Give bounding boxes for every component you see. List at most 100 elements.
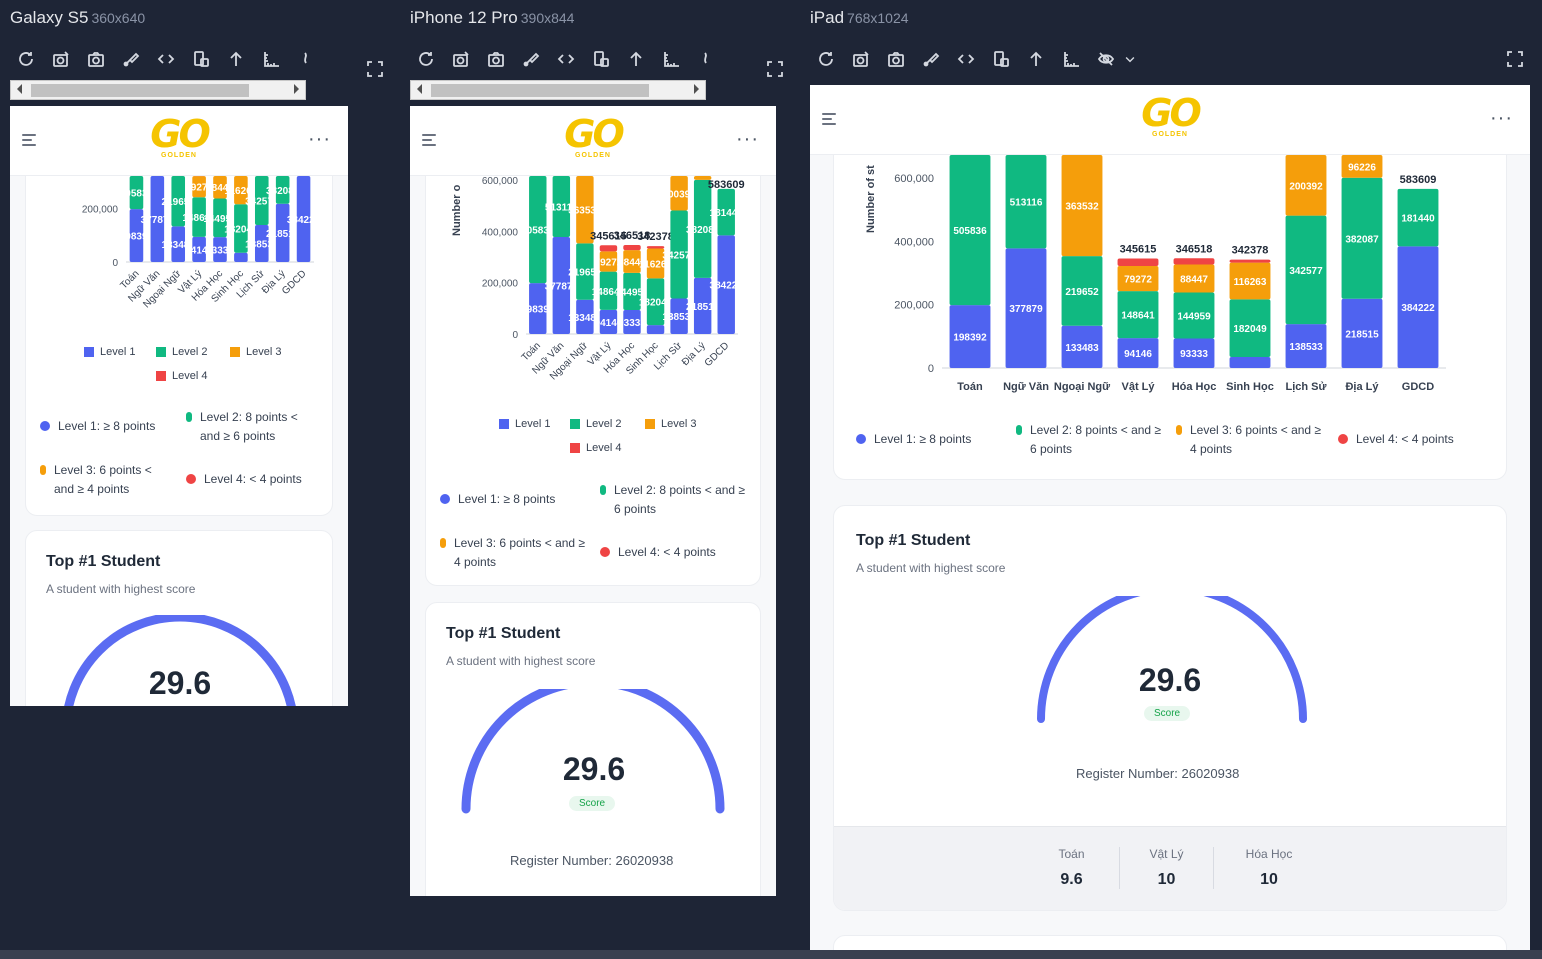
code-icon[interactable]	[148, 46, 183, 72]
legend-label: Level 2: 8 points < and ≥ 6 points	[200, 410, 298, 443]
legend-label: Level 1	[100, 346, 136, 358]
card-title: Top #1 Student	[46, 553, 161, 570]
legend-dot	[856, 434, 866, 444]
more-options-icon[interactable]: ···	[308, 129, 331, 149]
legend-dot	[40, 465, 46, 475]
camera-settings-icon[interactable]	[443, 46, 478, 72]
eye-off-icon[interactable]	[1088, 46, 1123, 72]
bar-value-label: 342577	[1289, 266, 1323, 277]
refresh-icon[interactable]	[808, 46, 843, 72]
chart-legend-item[interactable]: Level 1	[84, 346, 135, 358]
golden-logo[interactable]: GO GOLDEN	[144, 114, 214, 168]
ruler-icon[interactable]	[653, 46, 688, 72]
top-student-card: Top #1 Student A student with highest sc…	[25, 530, 333, 706]
bar-value-label: 384222	[710, 281, 744, 292]
camera-icon[interactable]	[878, 46, 913, 72]
ruler-icon[interactable]	[253, 46, 288, 72]
legend-label: Level 2: 8 points < and ≥ 6 points	[1030, 423, 1162, 456]
bar-total-label: 583609	[1400, 174, 1437, 186]
legend-swatch	[570, 443, 580, 453]
score-badge: Score	[569, 796, 616, 811]
device-screen: GO GOLDEN ··· 0 200,000 198392 505836 Toán 377…	[10, 106, 348, 706]
camera-icon[interactable]	[478, 46, 513, 72]
golden-logo[interactable]: GO GOLDEN	[558, 114, 628, 168]
fullscreen-icon[interactable]	[364, 58, 386, 80]
bar-value-label: 513116	[1010, 198, 1043, 209]
app-header: GO GOLDEN ···	[410, 106, 776, 176]
bar-segment	[234, 252, 248, 262]
upload-icon[interactable]	[1018, 46, 1053, 72]
y-tick-label: 0	[512, 330, 518, 341]
app-header: GO GOLDEN ···	[810, 85, 1530, 155]
page-scrollbar[interactable]	[0, 950, 1542, 959]
chart-legend-item[interactable]: Level 2	[156, 346, 207, 358]
ruler-icon[interactable]	[1053, 46, 1088, 72]
camera-icon[interactable]	[78, 46, 113, 72]
horizontal-scrollbar[interactable]	[410, 80, 706, 100]
bar-value-label: 377879	[141, 215, 175, 226]
bar-total-label: 342378	[1232, 245, 1269, 257]
card-subtitle: A student with highest score	[46, 582, 196, 596]
bar-total-label: 583609	[708, 179, 745, 191]
rotate-device-icon[interactable]	[183, 46, 218, 72]
menu-icon[interactable]	[822, 113, 838, 127]
chevron-down-icon[interactable]	[1123, 46, 1137, 72]
subject-score-item: Hóa Học 10	[1214, 847, 1324, 889]
y-axis-label: Number o	[451, 184, 463, 236]
more-tools-icon[interactable]	[288, 46, 323, 72]
bar-value-label: 79272	[1124, 275, 1152, 286]
upload-icon[interactable]	[618, 46, 653, 72]
golden-logo[interactable]: GO GOLDEN	[1135, 93, 1205, 147]
register-number: Register Number: 26020938	[510, 853, 674, 868]
bar-value-label: 382087	[686, 225, 720, 236]
more-options-icon[interactable]: ···	[736, 129, 759, 149]
x-tick-label: Toán	[957, 381, 983, 393]
horizontal-scrollbar[interactable]	[10, 80, 306, 100]
camera-settings-icon[interactable]	[843, 46, 878, 72]
camera-settings-icon[interactable]	[43, 46, 78, 72]
refresh-icon[interactable]	[408, 46, 443, 72]
chart-legend-item[interactable]: Level 2	[570, 418, 621, 430]
refresh-icon[interactable]	[8, 46, 43, 72]
bar-value-label: 144959	[1177, 311, 1211, 322]
menu-icon[interactable]	[422, 134, 438, 148]
brush-icon[interactable]	[513, 46, 548, 72]
code-icon[interactable]	[548, 46, 583, 72]
legend-dot	[186, 412, 192, 422]
fullscreen-icon[interactable]	[1504, 48, 1526, 70]
chart-legend-item[interactable]: Level 3	[230, 346, 281, 358]
rotate-device-icon[interactable]	[983, 46, 1018, 72]
bar-segment	[599, 245, 618, 252]
bar-value-label: 218515	[686, 302, 720, 313]
legend-label: Level 3	[661, 418, 697, 430]
chart-legend-item[interactable]: Level 3	[645, 418, 696, 430]
level-legend-item: Level 1: ≥ 8 points	[40, 417, 170, 436]
brush-icon[interactable]	[113, 46, 148, 72]
rotate-device-icon[interactable]	[583, 46, 618, 72]
bar-value-label: 116263	[224, 186, 257, 197]
x-tick-label: GDCD	[703, 340, 732, 369]
bar-value-label: 93333	[1180, 349, 1208, 360]
bar-value-label: 138533	[1289, 342, 1323, 353]
brush-icon[interactable]	[913, 46, 948, 72]
more-tools-icon[interactable]	[688, 46, 723, 72]
x-tick-label: Địa Lý	[1345, 381, 1379, 393]
subject-scores-panel: Toán 9.6 Vật Lý 10 Hóa Học 10	[834, 826, 1506, 910]
upload-icon[interactable]	[218, 46, 253, 72]
bar-value-label: 93333	[618, 318, 646, 329]
more-options-icon[interactable]: ···	[1490, 108, 1513, 128]
bar-value-label: 116263	[1234, 277, 1267, 288]
score-badge: Score	[1144, 706, 1191, 721]
chart-legend-item[interactable]: Level 4	[570, 442, 621, 454]
chart-legend-item[interactable]: Level 1	[499, 418, 550, 430]
y-tick-label: 0	[112, 258, 118, 269]
code-icon[interactable]	[948, 46, 983, 72]
legend-swatch	[570, 419, 580, 429]
bar-value-label: 384222	[1401, 303, 1435, 314]
chart-legend-item[interactable]: Level 4	[156, 370, 207, 382]
x-tick-label: GDCD	[280, 268, 309, 297]
level-legend-item: Level 3: 6 points < and ≥ 4 points	[40, 461, 170, 499]
fullscreen-icon[interactable]	[764, 58, 786, 80]
menu-icon[interactable]	[22, 134, 38, 148]
legend-label: Level 4: < 4 points	[1356, 432, 1454, 446]
